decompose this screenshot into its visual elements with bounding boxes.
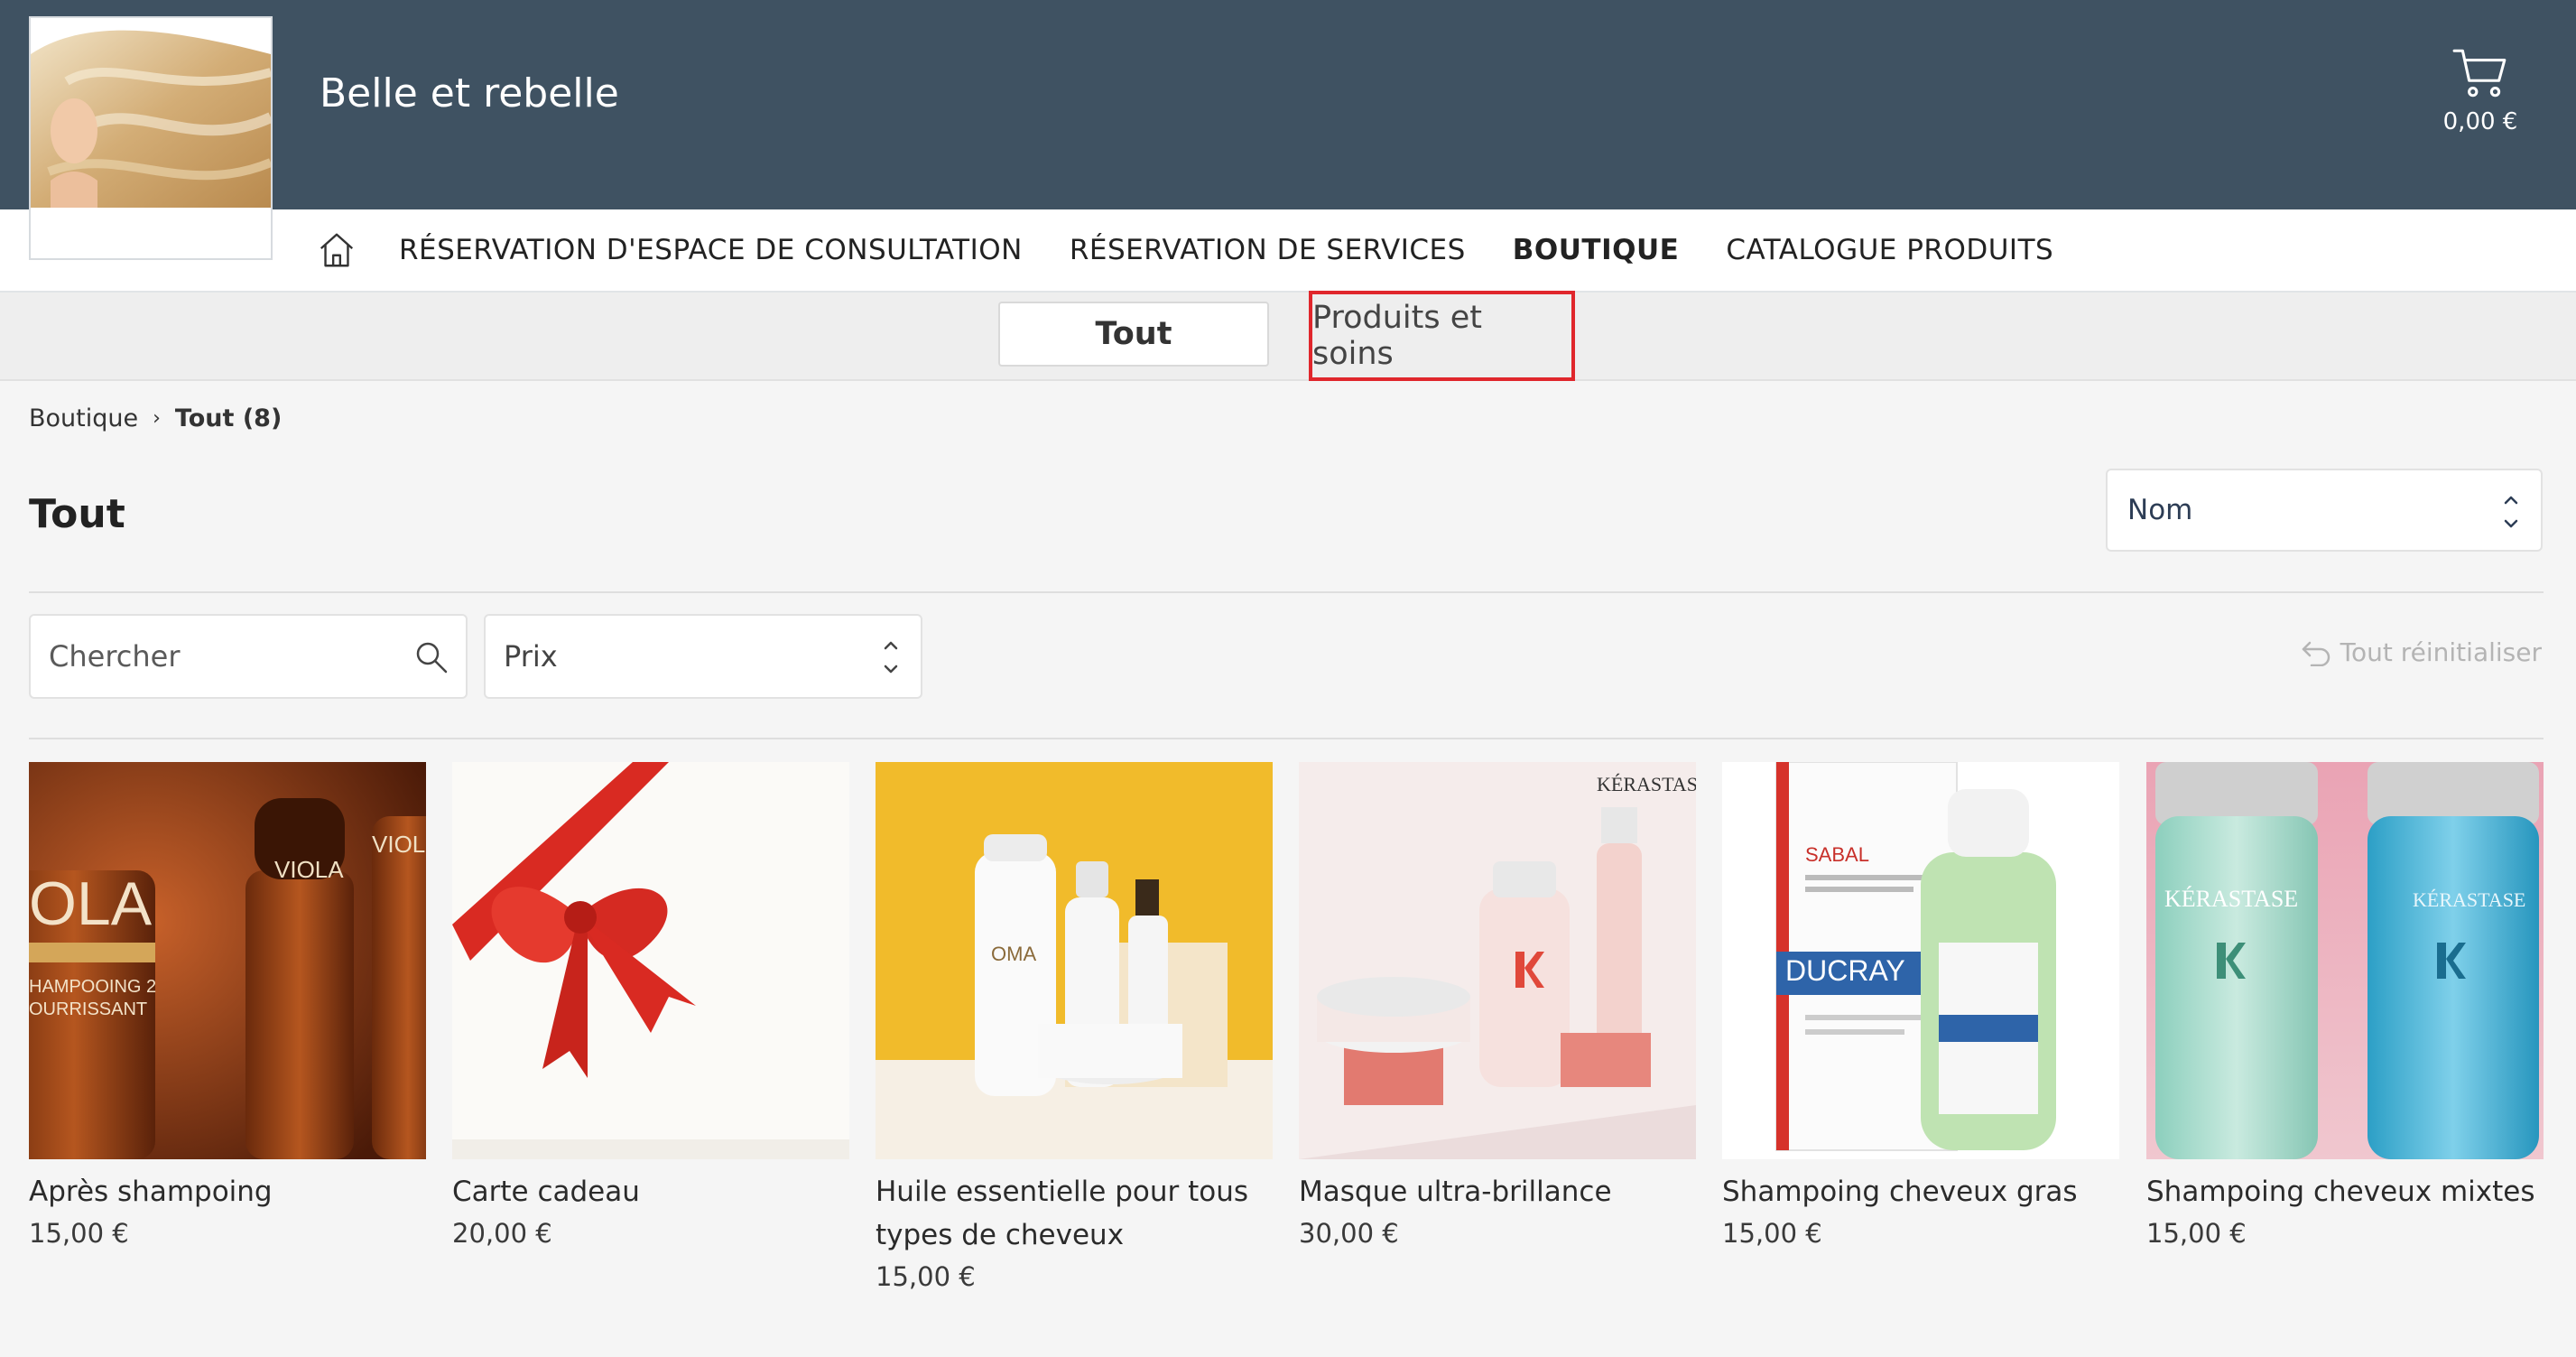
product-name[interactable]: Huile essentielle pour tous types de che… xyxy=(876,1170,1273,1257)
nav-item-services[interactable]: RÉSERVATION DE SERVICES xyxy=(1070,234,1466,266)
brand-text: DUCRAY xyxy=(1785,954,1905,987)
product-image[interactable]: KÉRASTASE KÉRASTASE xyxy=(2146,762,2544,1159)
breadcrumb-separator: › xyxy=(153,407,161,430)
breadcrumb-current: Tout (8) xyxy=(174,404,283,432)
search-input[interactable] xyxy=(31,638,394,674)
category-bar: Tout Produits et soins xyxy=(0,291,2576,381)
breadcrumb-root[interactable]: Boutique xyxy=(29,404,138,432)
nav-item-consultation-space[interactable]: RÉSERVATION D'ESPACE DE CONSULTATION xyxy=(399,234,1023,266)
product-card[interactable]: DUCRAY SABAL Shampoing cheveux gras 15,0… xyxy=(1722,762,2119,1253)
sort-value: Nom xyxy=(2127,494,2193,526)
product-image[interactable] xyxy=(452,762,849,1159)
product-price: 15,00 € xyxy=(876,1261,976,1292)
svg-text:OMA: OMA xyxy=(991,943,1036,965)
search-field[interactable] xyxy=(29,614,468,699)
product-card[interactable]: KÉRASTASE KÉRASTASE Shampoing cheveux mi… xyxy=(2146,762,2544,1253)
cart-amount: 0,00 € xyxy=(2442,108,2518,135)
product-price: 15,00 € xyxy=(2146,1218,2247,1249)
svg-text:HAMPOOING 2: HAMPOOING 2 xyxy=(29,977,156,997)
nav-item-catalogue[interactable]: CATALOGUE PRODUITS xyxy=(1726,234,2053,266)
header-bar: Belle et rebelle 0,00 € xyxy=(0,0,2576,209)
breadcrumb: Boutique › Tout (8) xyxy=(29,404,282,432)
updown-chevron-icon xyxy=(884,641,898,674)
price-filter-label: Prix xyxy=(504,639,558,674)
divider xyxy=(29,738,2544,739)
reset-filters-button[interactable]: Tout réinitialiser xyxy=(2301,637,2542,667)
cart-icon xyxy=(2452,49,2507,98)
updown-chevron-icon xyxy=(2504,496,2518,528)
product-price: 15,00 € xyxy=(29,1218,129,1249)
product-image[interactable]: DUCRAY SABAL xyxy=(1722,762,2119,1159)
product-card[interactable]: OLA VIOLA VIOL HAMPOOING 2 OURRISSANT Ap… xyxy=(29,762,426,1253)
product-image[interactable]: KÉRASTASE xyxy=(1299,762,1696,1159)
nav-item-boutique[interactable]: BOUTIQUE xyxy=(1513,234,1680,266)
sort-select[interactable]: Nom xyxy=(2106,469,2543,552)
shop-logo[interactable] xyxy=(29,16,273,260)
shop-name[interactable]: Belle et rebelle xyxy=(320,70,619,116)
product-price: 20,00 € xyxy=(452,1218,552,1249)
main-nav: RÉSERVATION D'ESPACE DE CONSULTATION RÉS… xyxy=(0,209,2576,293)
logo-image xyxy=(31,18,271,208)
category-tab-products-care[interactable]: Produits et soins xyxy=(1309,291,1575,381)
product-image[interactable]: OLA VIOLA VIOL HAMPOOING 2 OURRISSANT xyxy=(29,762,426,1159)
category-tab-all[interactable]: Tout xyxy=(998,302,1269,367)
reset-filters-label: Tout réinitialiser xyxy=(2340,637,2542,667)
brand-text: KÉRASTASE xyxy=(1597,773,1696,795)
product-card[interactable]: KÉRASTASE Masque ultra-brillance 30,00 € xyxy=(1299,762,1696,1253)
cart-button[interactable]: 0,00 € xyxy=(2426,43,2534,135)
svg-text:VIOLA: VIOLA xyxy=(274,856,344,883)
svg-text:KÉRASTASE: KÉRASTASE xyxy=(2413,888,2525,911)
product-grid: OLA VIOLA VIOL HAMPOOING 2 OURRISSANT Ap… xyxy=(29,762,2544,1349)
product-card[interactable]: OMA Huile essentielle pour tous types de… xyxy=(876,762,1273,1297)
svg-text:OURRISSANT: OURRISSANT xyxy=(29,999,147,1019)
svg-text:SABAL: SABAL xyxy=(1805,843,1869,866)
product-card[interactable]: Carte cadeau 20,00 € xyxy=(452,762,849,1253)
product-price: 15,00 € xyxy=(1722,1218,1822,1249)
product-name[interactable]: Shampoing cheveux mixtes xyxy=(2146,1170,2544,1213)
product-image[interactable]: OMA xyxy=(876,762,1273,1159)
brand-text: KÉRASTASE xyxy=(2164,886,2298,912)
undo-arrow-icon xyxy=(2302,641,2330,666)
home-icon[interactable] xyxy=(316,229,357,271)
page-title: Tout xyxy=(29,491,125,537)
search-icon[interactable] xyxy=(413,639,449,675)
price-filter-select[interactable]: Prix xyxy=(484,614,922,699)
svg-text:VIOL: VIOL xyxy=(372,831,425,858)
product-name[interactable]: Masque ultra-brillance xyxy=(1299,1170,1696,1213)
product-name[interactable]: Shampoing cheveux gras xyxy=(1722,1170,2119,1213)
svg-text:OLA: OLA xyxy=(29,869,153,938)
product-price: 30,00 € xyxy=(1299,1218,1399,1249)
product-name[interactable]: Après shampoing xyxy=(29,1170,426,1213)
product-name[interactable]: Carte cadeau xyxy=(452,1170,849,1213)
divider xyxy=(29,591,2544,593)
